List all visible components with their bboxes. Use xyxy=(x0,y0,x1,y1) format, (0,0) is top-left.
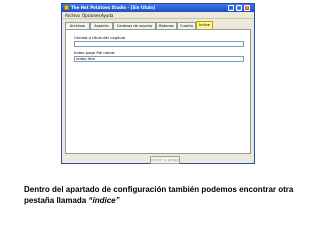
close-and-save-button[interactable]: Cerrar y grabar xyxy=(150,156,180,164)
app-icon xyxy=(64,5,69,10)
tab-cadenas-de-usuario[interactable]: Cadenas de usuario xyxy=(113,22,156,29)
caption-line-2: pestaña llamada “índice” xyxy=(24,195,310,206)
caption-line-1: Dentro del apartado de configuración tam… xyxy=(24,185,294,194)
tab-strip: Archivos Aspecto Cadenas de usuario Boto… xyxy=(65,21,253,29)
chapter-title-input[interactable] xyxy=(74,41,244,47)
window-title: The Hot Potatoes Studio - [Sin título] xyxy=(71,5,155,10)
slide-caption: Dentro del apartado de configuración tam… xyxy=(24,184,310,206)
caption-line-2-text: pestaña llamada xyxy=(24,196,89,205)
index-file-name-input[interactable]: index.htm xyxy=(74,56,244,62)
tab-archivos[interactable]: Archivos xyxy=(65,22,90,29)
tab-aspecto[interactable]: Aspecto xyxy=(90,22,113,29)
chapter-title-label: Unidad o título del capítulo xyxy=(74,35,126,40)
minimize-button[interactable]: _ xyxy=(228,5,234,11)
tab-indice[interactable]: Índice xyxy=(196,21,213,29)
menu-opciones[interactable]: Opciones xyxy=(82,12,101,19)
tab-panel: Unidad o título del capítulo Index page … xyxy=(65,29,251,164)
maximize-button[interactable]: □ xyxy=(236,5,242,11)
title-bar[interactable]: The Hot Potatoes Studio - [Sin título] _… xyxy=(62,4,254,12)
menu-ayuda[interactable]: Ayuda xyxy=(101,12,113,19)
tab-cuenta[interactable]: Cuenta xyxy=(177,22,196,29)
menu-bar: Archivo Opciones Ayuda xyxy=(62,12,254,19)
tab-botones[interactable]: Botones xyxy=(156,22,177,29)
index-file-name-label: Index page file name: xyxy=(74,50,116,55)
caption-emphasis: “índice” xyxy=(88,196,120,205)
app-window: The Hot Potatoes Studio - [Sin título] _… xyxy=(61,3,255,164)
menu-archivo[interactable]: Archivo xyxy=(65,12,80,19)
close-button[interactable]: × xyxy=(244,5,250,11)
